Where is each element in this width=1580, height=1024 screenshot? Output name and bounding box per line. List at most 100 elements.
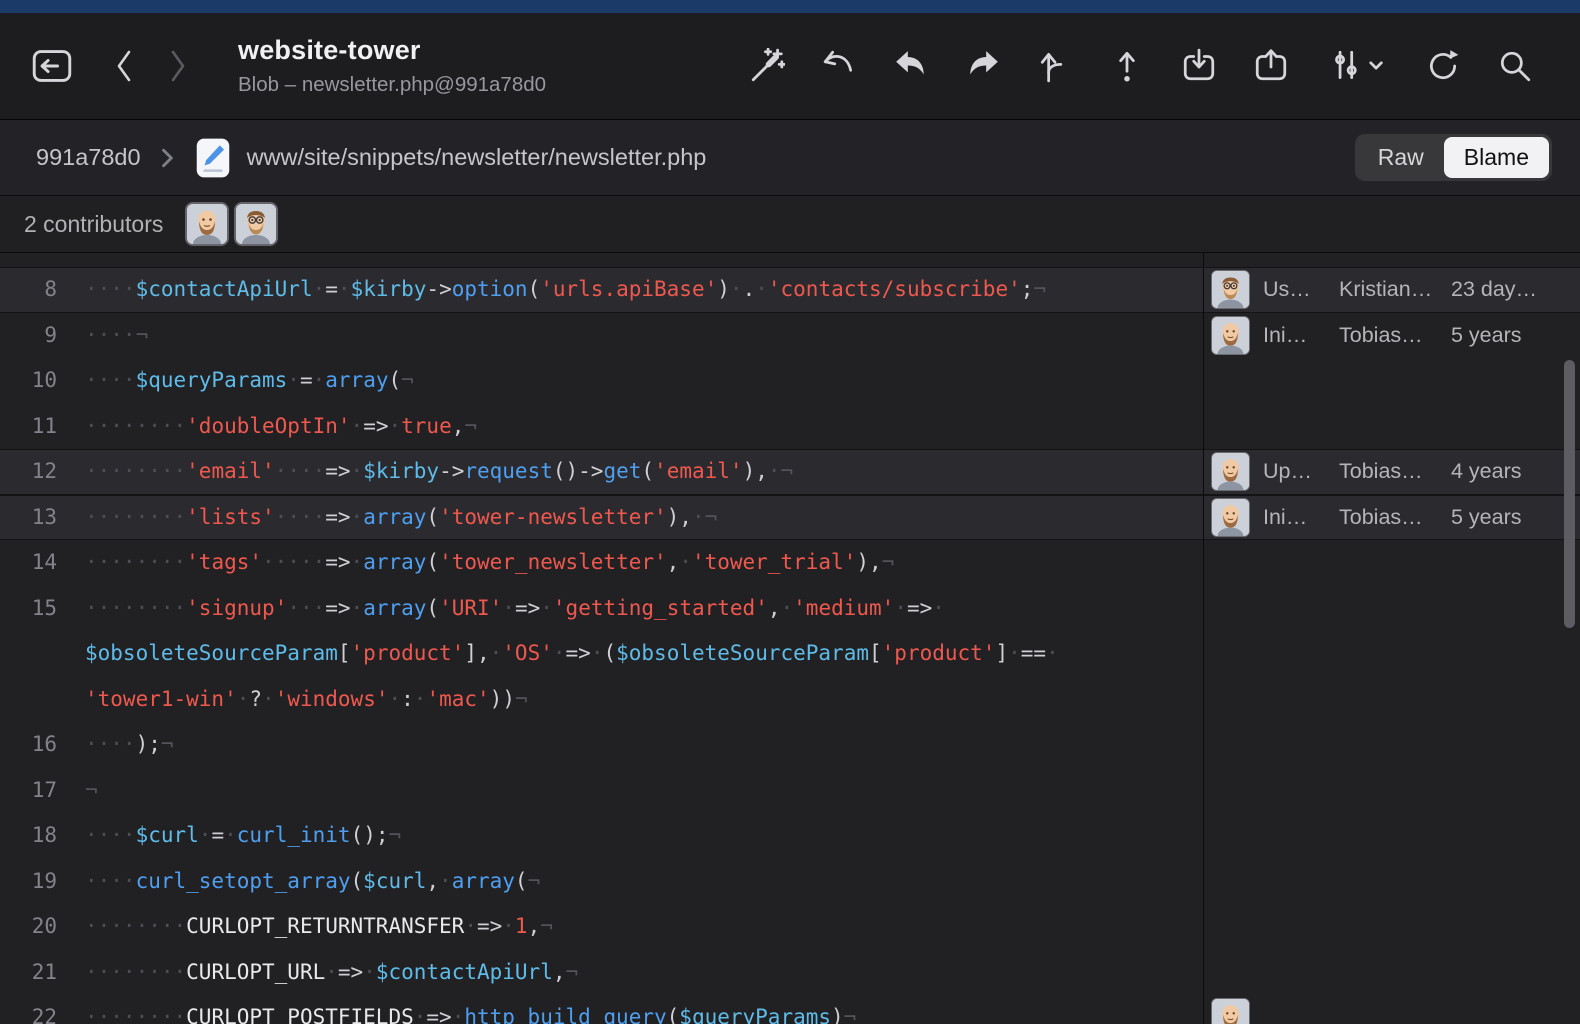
line-number[interactable]: 12 [0, 449, 57, 495]
magic-wand-icon [749, 48, 785, 84]
code-line-14[interactable]: 14········'tags'·····=>·array('tower_new… [0, 540, 1203, 586]
code-text: ····);¬ [57, 722, 174, 768]
compare-sliders-icon [1327, 48, 1387, 84]
line-number[interactable]: 8 [0, 267, 57, 313]
code-line-12[interactable]: 12········'email'····=>·$kirby->request(… [0, 449, 1203, 495]
line-number[interactable]: 9 [0, 313, 57, 359]
undo-button[interactable] [816, 38, 862, 94]
code-line-9[interactable]: 9····¬ [0, 313, 1203, 359]
blame-summary: Ini… [1263, 505, 1325, 530]
code-text: ¬ [57, 768, 98, 814]
line-number[interactable]: 21 [0, 950, 57, 996]
blame-author: Tobias… [1339, 459, 1435, 484]
commit-hash[interactable]: 991a78d0 [36, 144, 141, 171]
vertical-scrollbar[interactable] [1564, 360, 1575, 628]
file-path: www/site/snippets/newsletter/newsletter.… [247, 144, 707, 171]
code-text: ····¬ [57, 313, 148, 359]
quick-actions-button[interactable] [744, 38, 790, 94]
publish-button[interactable] [1104, 38, 1150, 94]
compare-dropdown-button[interactable] [1320, 38, 1394, 94]
code-line-10[interactable]: 10····$queryParams·=·array(¬ [0, 358, 1203, 404]
blame-gutter: Us…Kristian…23 day… Ini… Tobias… 5 years Up…… [1204, 253, 1580, 1024]
code-line-15[interactable]: 15········'signup'···=>·array('URI'·=>·'… [0, 586, 1203, 632]
code-line-13[interactable]: 13········'lists'····=>·array('tower-new… [0, 495, 1203, 541]
blame-button[interactable]: Blame [1444, 137, 1549, 178]
code-view: 8····$contactApiUrl·=·$kirby->option('ur… [0, 253, 1580, 1024]
code-text: $obsoleteSourceParam['product'],·'OS'·=>… [57, 631, 1059, 677]
code-line-20[interactable]: 20········CURLOPT_RETURNTRANSFER·=>·1,¬ [0, 904, 1203, 950]
blame-author-avatar [1211, 270, 1250, 309]
blame-author: Tobias… [1339, 505, 1435, 530]
blame-row[interactable]: Us…Kristian…23 day… [1204, 267, 1580, 313]
refresh-button[interactable] [1420, 38, 1466, 94]
line-number[interactable]: 10 [0, 358, 57, 404]
titlebar-accent [0, 0, 1580, 13]
view-mode-switch: Raw Blame [1355, 134, 1552, 181]
blame-summary: Ini… [1263, 323, 1325, 348]
sidebar-toggle-button[interactable] [26, 38, 78, 94]
stash-apply-button[interactable] [1248, 38, 1294, 94]
line-number[interactable]: 11 [0, 404, 57, 450]
code-column: 8····$contactApiUrl·=·$kirby->option('ur… [0, 267, 1203, 1024]
chevron-left-icon [113, 47, 135, 85]
blame-row[interactable] [1204, 995, 1580, 1024]
push-arrow-icon [965, 48, 1001, 84]
line-number[interactable] [0, 677, 57, 723]
code-text: ········CURLOPT_URL·=>·$contactApiUrl,¬ [57, 950, 578, 996]
line-number[interactable]: 20 [0, 904, 57, 950]
line-number[interactable]: 19 [0, 859, 57, 905]
stash-apply-icon [1253, 48, 1289, 84]
back-button[interactable] [104, 38, 144, 94]
chevron-down-icon [1371, 63, 1382, 68]
code-line-continuation[interactable]: $obsoleteSourceParam['product'],·'OS'·=>… [0, 631, 1203, 677]
php-file-icon [195, 137, 231, 179]
blame-age: 5 years [1451, 505, 1522, 530]
blame-row[interactable]: Up…Tobias…4 years [1204, 449, 1580, 495]
code-line-continuation[interactable]: 'tower1-win'·?·'windows'·:·'mac'))¬ [0, 677, 1203, 723]
push-button[interactable] [960, 38, 1006, 94]
code-text: ········CURLOPT_RETURNTRANSFER·=>·1,¬ [57, 904, 553, 950]
checkout-button[interactable] [1032, 38, 1078, 94]
breadcrumb-bar: 991a78d0 www/site/snippets/newsletter/ne… [0, 120, 1580, 196]
line-number[interactable]: 22 [0, 995, 57, 1024]
code-text: ········'email'····=>·$kirby->request()-… [57, 449, 793, 495]
line-number[interactable]: 15 [0, 586, 57, 632]
blame-author-avatar [1211, 316, 1250, 355]
blame-row[interactable]: Ini… Tobias… 5 years [1204, 495, 1580, 541]
contributor-avatar-tobias[interactable] [185, 202, 229, 246]
line-number[interactable]: 14 [0, 540, 57, 586]
code-line-8[interactable]: 8····$contactApiUrl·=·$kirby->option('ur… [0, 267, 1203, 313]
code-line-19[interactable]: 19····curl_setopt_array($curl,·array(¬ [0, 859, 1203, 905]
pull-arrow-icon [893, 48, 929, 84]
code-text: ········'doubleOptIn'·=>·true,¬ [57, 404, 477, 450]
search-button[interactable] [1492, 38, 1538, 94]
blame-row[interactable]: Ini…Tobias…5 years [1204, 313, 1580, 359]
code-text: ········'signup'···=>·array('URI'·=>·'ge… [57, 586, 945, 632]
chevron-right-icon [167, 47, 189, 85]
blame-author: Tobias… [1339, 323, 1435, 348]
code-text: ····$curl·=·curl_init();¬ [57, 813, 401, 859]
line-number[interactable] [0, 631, 57, 677]
forward-button[interactable] [158, 38, 198, 94]
sidebar-toggle-icon [32, 49, 72, 83]
refresh-icon [1425, 48, 1461, 84]
code-line-18[interactable]: 18····$curl·=·curl_init();¬ [0, 813, 1203, 859]
pull-button[interactable] [888, 38, 934, 94]
line-number[interactable]: 18 [0, 813, 57, 859]
code-line-11[interactable]: 11········'doubleOptIn'·=>·true,¬ [0, 404, 1203, 450]
line-number[interactable]: 16 [0, 722, 57, 768]
code-line-22[interactable]: 22········CURLOPT_POSTFIELDS·=>·http_bui… [0, 995, 1203, 1024]
line-number[interactable]: 17 [0, 768, 57, 814]
blame-author-avatar [1211, 498, 1250, 537]
code-line-17[interactable]: 17¬ [0, 768, 1203, 814]
window-title: website-tower [238, 35, 618, 66]
code-line-16[interactable]: 16····);¬ [0, 722, 1203, 768]
line-number[interactable]: 13 [0, 495, 57, 541]
code-line-21[interactable]: 21········CURLOPT_URL·=>·$contactApiUrl,… [0, 950, 1203, 996]
contributor-avatar-kristian[interactable] [234, 202, 278, 246]
publish-arrow-icon [1109, 48, 1145, 84]
blame-author-avatar [1211, 452, 1250, 491]
blame-author: Kristian… [1339, 277, 1435, 302]
raw-button[interactable]: Raw [1358, 137, 1444, 178]
stash-save-button[interactable] [1176, 38, 1222, 94]
